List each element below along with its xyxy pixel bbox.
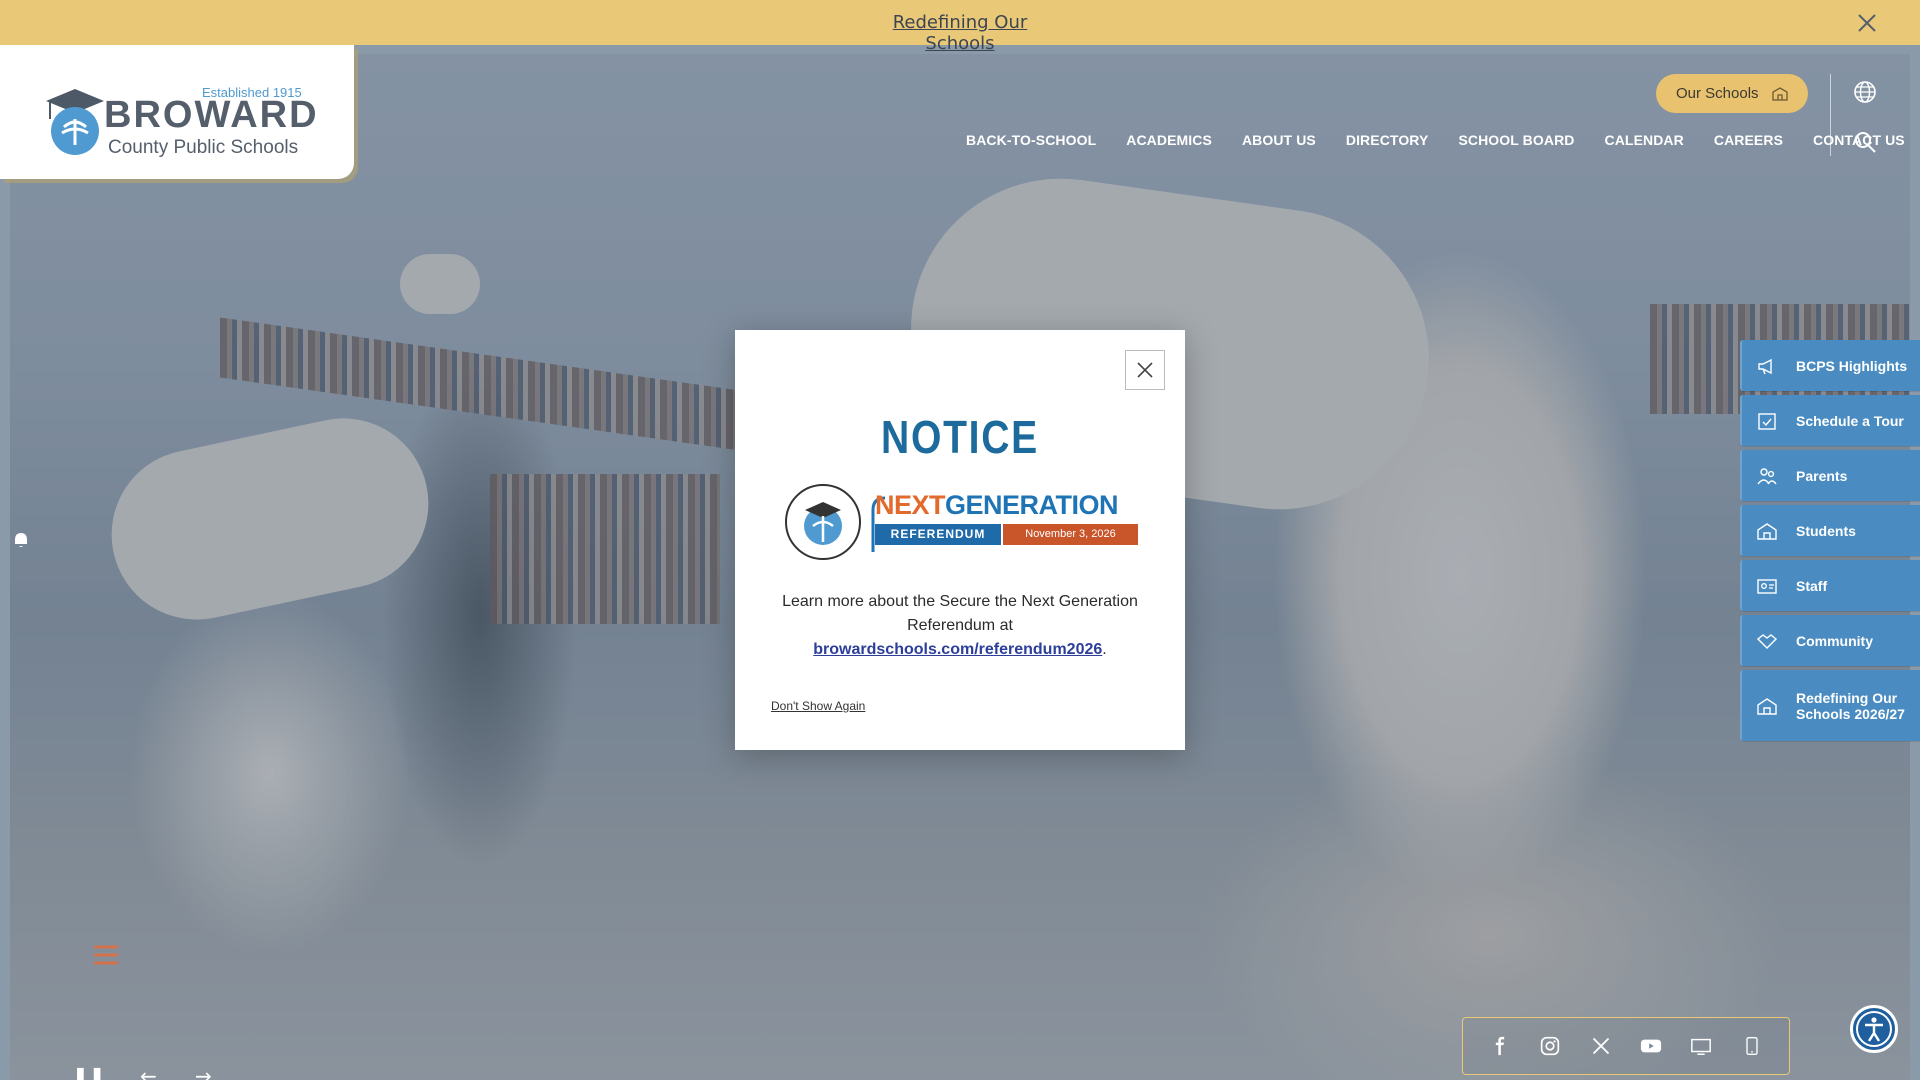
quick-link-schedule-tour[interactable]: Schedule a Tour [1740,395,1920,446]
arrow-right-icon[interactable]: → [195,1064,212,1080]
youtube-icon[interactable] [1639,1034,1663,1058]
bell-icon[interactable] [10,528,32,552]
close-icon [1137,362,1153,378]
school-building-icon [1757,697,1777,715]
quick-link-parents[interactable]: Parents [1740,450,1920,501]
menu-icon [94,945,118,965]
search-icon[interactable] [1853,130,1877,154]
instagram-icon[interactable] [1538,1034,1562,1058]
nav-about-us[interactable]: ABOUT US [1242,132,1316,148]
accessibility-button[interactable] [1850,1005,1898,1053]
handshake-icon [1756,633,1778,649]
our-schools-button[interactable]: Our Schools [1656,74,1808,113]
referendum-link[interactable]: browardschools.com/referendum2026 [813,641,1102,658]
quick-link-staff[interactable]: Staff [1740,560,1920,611]
referendum-label: REFERENDUM [875,524,1001,545]
notice-modal: NOTICE NEXTGENERATION REFERENDUM Novembe… [735,330,1185,750]
dont-show-again-link[interactable]: Don't Show Again [771,699,865,713]
quick-link-community[interactable]: Community [1740,615,1920,666]
school-seal-icon [46,89,104,155]
referendum-logo: NEXTGENERATION REFERENDUM November 3, 20… [783,482,1139,562]
mobile-app-icon[interactable] [1740,1034,1764,1058]
parents-icon [1757,467,1777,484]
nav-calendar[interactable]: CALENDAR [1605,132,1684,148]
logo-subtitle: County Public Schools [108,137,299,158]
logo-card: Established 1915 BROWARD County Public S… [0,45,354,179]
nav-careers[interactable]: CAREERS [1714,132,1783,148]
nav-back-to-school[interactable]: BACK-TO-SCHOOL [966,132,1096,148]
referendum-heading: NEXTGENERATION [875,490,1119,520]
utility-divider [1830,74,1831,156]
nav-school-board[interactable]: SCHOOL BOARD [1458,132,1574,148]
school-building-icon [1772,87,1788,101]
school-seal-icon [785,484,861,560]
quick-link-students[interactable]: Students [1740,505,1920,556]
broward-logo[interactable]: Established 1915 BROWARD County Public S… [38,73,318,163]
logo-name: BROWARD [104,94,319,136]
facebook-icon[interactable] [1488,1034,1512,1058]
close-icon[interactable] [1854,10,1880,36]
quick-link-bcps-highlights[interactable]: BCPS Highlights [1740,340,1920,391]
announcement-link[interactable]: Redefining Our Schools [865,12,1055,54]
announcement-bar: Redefining Our Schools [0,0,1920,54]
globe-icon[interactable] [1853,80,1877,104]
arrow-left-icon[interactable]: ← [140,1064,157,1080]
megaphone-icon [1758,358,1772,374]
modal-title: NOTICE [881,411,1039,463]
id-card-icon [1757,578,1777,594]
x-icon[interactable] [1589,1034,1613,1058]
accessibility-icon [1856,1011,1892,1047]
quick-link-redefining-our-schools[interactable]: Redefining Our Schools 2026/27 [1740,670,1920,741]
nav-academics[interactable]: ACADEMICS [1126,132,1212,148]
nav-directory[interactable]: DIRECTORY [1346,132,1429,148]
quick-links: BCPS Highlights Schedule a Tour Parents … [1740,340,1920,745]
calendar-check-icon [1758,412,1776,430]
social-bar [1462,1017,1790,1075]
main-nav: BACK-TO-SCHOOL ACADEMICS ABOUT US DIRECT… [966,132,1905,148]
pause-icon[interactable]: ❚❚ [72,1064,106,1080]
school-building-icon [1757,522,1777,540]
tv-icon[interactable] [1689,1034,1713,1058]
modal-close-button[interactable] [1125,350,1165,390]
referendum-date: November 3, 2026 [1003,524,1138,545]
modal-message: Learn more about the Secure the Next Gen… [782,593,1138,658]
our-schools-label: Our Schools [1676,85,1759,102]
